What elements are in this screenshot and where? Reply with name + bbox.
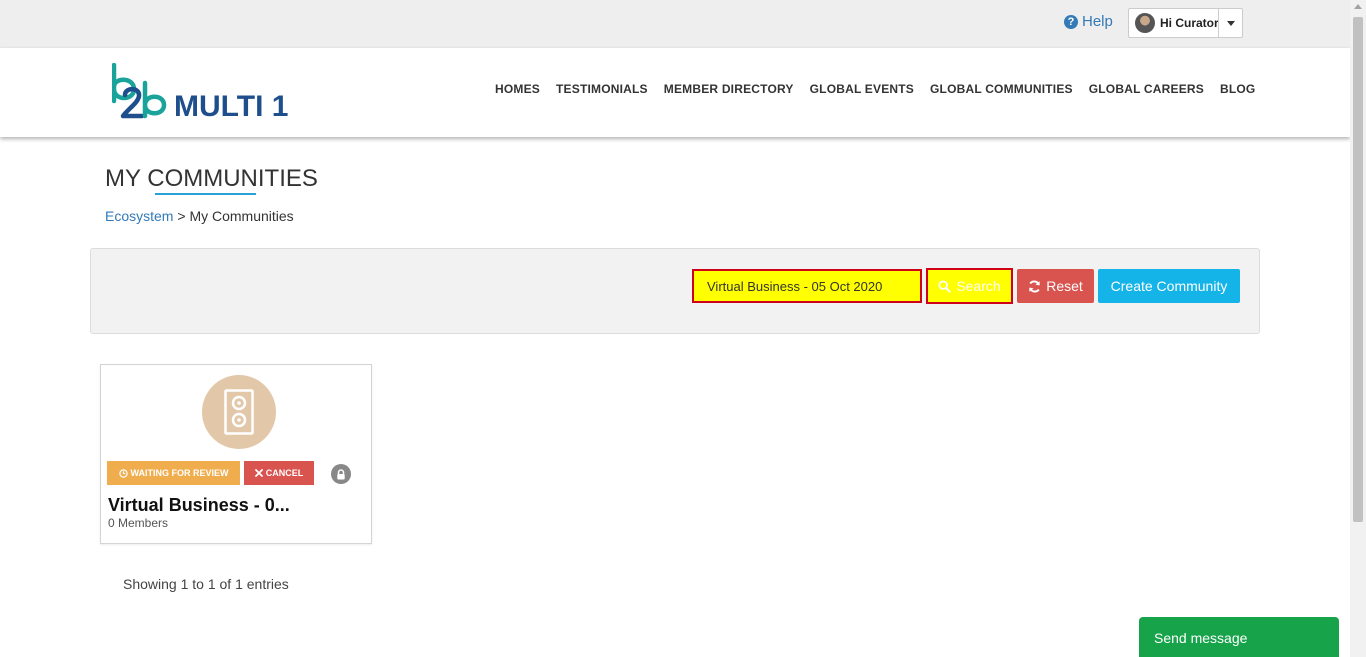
status-badge-label: WAITING FOR REVIEW xyxy=(130,468,229,478)
scrollbar-thumb[interactable] xyxy=(1353,17,1363,522)
nav-item-global-careers[interactable]: GLOBAL CAREERS xyxy=(1089,82,1204,96)
nav-item-global-events[interactable]: GLOBAL EVENTS xyxy=(810,82,914,96)
close-icon xyxy=(254,469,263,477)
question-circle-icon: ? xyxy=(1064,14,1078,29)
pagination-summary: Showing 1 to 1 of 1 entries xyxy=(123,576,289,592)
help-link[interactable]: ? Help xyxy=(1064,13,1113,30)
scroll-up-arrow-icon[interactable] xyxy=(1354,4,1362,9)
breadcrumb-link-ecosystem[interactable]: Ecosystem xyxy=(105,208,173,224)
user-menu-button[interactable]: Hi Curator xyxy=(1128,8,1243,38)
community-name[interactable]: Virtual Business - 0... xyxy=(108,495,290,516)
refresh-icon xyxy=(1029,280,1041,292)
cancel-button-label: CANCEL xyxy=(265,468,304,478)
avatar xyxy=(1135,13,1155,33)
create-community-button[interactable]: Create Community xyxy=(1098,269,1240,303)
logo-text: MULTI 1 xyxy=(174,90,288,123)
nav-item-homes[interactable]: HOMES xyxy=(495,82,540,96)
search-icon xyxy=(938,279,952,293)
brand-logo[interactable]: MULTI 1 xyxy=(112,63,307,123)
community-search-input[interactable] xyxy=(692,269,922,303)
community-avatar[interactable] xyxy=(202,375,276,449)
breadcrumb-current: My Communities xyxy=(189,208,294,224)
lock-icon xyxy=(331,464,351,484)
caret-down-icon xyxy=(1226,20,1235,26)
community-member-count: 0 Members xyxy=(108,516,169,530)
help-label: Help xyxy=(1082,13,1113,30)
nav-item-testimonials[interactable]: TESTIMONIALS xyxy=(556,82,648,96)
breadcrumb: Ecosystem > My Communities xyxy=(105,208,294,224)
nav-item-blog[interactable]: BLOG xyxy=(1220,82,1255,96)
page-scrollbar[interactable] xyxy=(1350,0,1366,657)
page-title: MY COMMUNITIES xyxy=(105,165,318,192)
speaker-icon xyxy=(224,389,254,435)
nav-item-global-communities[interactable]: GLOBAL COMMUNITIES xyxy=(930,82,1073,96)
search-button-label: Search xyxy=(956,278,1001,294)
search-button[interactable]: Search xyxy=(926,268,1013,304)
main-navbar: MULTI 1 HOMES TESTIMONIALS MEMBER DIRECT… xyxy=(0,48,1350,137)
title-underline xyxy=(155,193,256,195)
send-message-button[interactable]: Send message xyxy=(1139,617,1339,657)
community-card[interactable]: WAITING FOR REVIEW CANCEL Virtual Busine… xyxy=(100,364,372,544)
status-badge-waiting-for-review: WAITING FOR REVIEW xyxy=(107,461,240,485)
nav-item-member-directory[interactable]: MEMBER DIRECTORY xyxy=(664,82,794,96)
clock-icon xyxy=(118,468,128,478)
primary-nav: HOMES TESTIMONIALS MEMBER DIRECTORY GLOB… xyxy=(495,82,1271,96)
user-greeting: Hi Curator xyxy=(1160,16,1219,30)
cancel-button[interactable]: CANCEL xyxy=(244,461,314,485)
breadcrumb-separator: > xyxy=(177,208,186,224)
reset-button-label: Reset xyxy=(1046,278,1083,294)
top-utility-bar: ? Help Hi Curator xyxy=(0,0,1350,48)
user-menu-dropdown-toggle[interactable] xyxy=(1218,9,1242,37)
reset-button[interactable]: Reset xyxy=(1017,269,1094,303)
